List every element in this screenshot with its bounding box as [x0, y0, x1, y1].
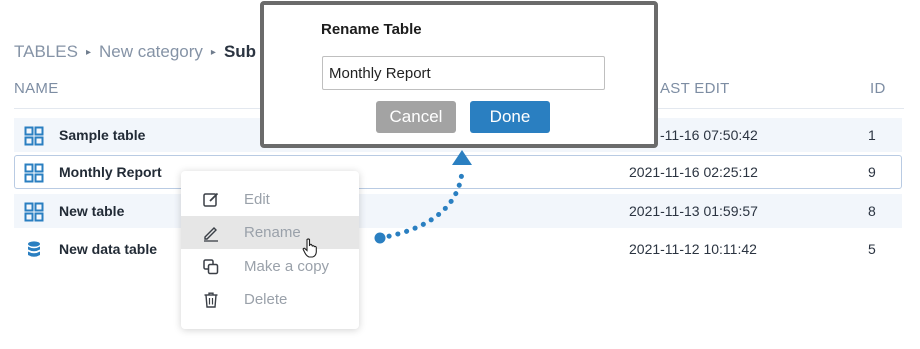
breadcrumb-separator: ▸ — [85, 46, 91, 58]
database-icon — [28, 241, 40, 257]
copy-icon — [203, 259, 219, 275]
hand-cursor-icon — [302, 238, 317, 258]
pencil-icon — [204, 227, 218, 242]
menu-item-edit[interactable]: Edit — [181, 183, 359, 216]
table-grid-icon — [24, 202, 44, 222]
row-id: 5 — [868, 241, 876, 257]
cancel-button[interactable]: Cancel — [376, 101, 456, 133]
table-row[interactable]: New data table 2021-11-12 10:11:42 5 — [14, 232, 902, 266]
menu-item-label: Rename — [244, 224, 301, 241]
breadcrumb-separator: ▸ — [210, 46, 216, 58]
row-date: -11-16 07:50:42 — [660, 127, 758, 143]
row-name: New table — [59, 203, 125, 219]
menu-item-delete[interactable]: Delete — [181, 283, 359, 316]
context-menu: Edit Rename Make a copy Delete — [181, 171, 359, 329]
menu-item-label: Edit — [244, 191, 270, 208]
table-grid-icon — [24, 163, 44, 183]
table-name-input[interactable] — [322, 56, 605, 90]
breadcrumb: TABLES ▸ New category ▸ Sub — [14, 41, 256, 63]
column-header-id[interactable]: ID — [870, 80, 886, 97]
menu-item-label: Make a copy — [244, 258, 330, 275]
table-row[interactable]: New table 2021-11-13 01:59:57 8 — [14, 194, 902, 228]
row-date: 2021-11-13 01:59:57 — [629, 203, 758, 219]
column-header-name[interactable]: NAME — [14, 80, 59, 97]
column-header-last-edit[interactable]: AST EDIT — [660, 80, 730, 97]
table-row-selected[interactable]: Monthly Report 2021-11-16 02:25:12 9 — [14, 155, 902, 189]
menu-item-rename[interactable]: Rename — [181, 216, 359, 249]
menu-item-label: Delete — [244, 291, 288, 308]
row-date: 2021-11-16 02:25:12 — [629, 164, 758, 180]
row-id: 8 — [868, 203, 876, 219]
done-button[interactable]: Done — [470, 101, 550, 133]
row-name: Monthly Report — [59, 164, 162, 180]
row-id: 9 — [868, 164, 876, 180]
rename-dialog: Rename Table Cancel Done — [260, 1, 658, 148]
table-grid-icon — [24, 126, 44, 146]
breadcrumb-category[interactable]: New category — [99, 42, 203, 62]
row-date: 2021-11-12 10:11:42 — [629, 241, 757, 257]
breadcrumb-current: Sub — [223, 42, 257, 61]
row-id: 1 — [868, 127, 876, 143]
edit-icon — [203, 192, 219, 207]
row-name: New data table — [59, 241, 158, 257]
row-name: Sample table — [59, 127, 146, 143]
dialog-title: Rename Table — [321, 21, 422, 38]
breadcrumb-tables[interactable]: TABLES — [14, 42, 78, 62]
menu-item-make-copy[interactable]: Make a copy — [181, 250, 359, 283]
trash-icon — [204, 292, 218, 308]
